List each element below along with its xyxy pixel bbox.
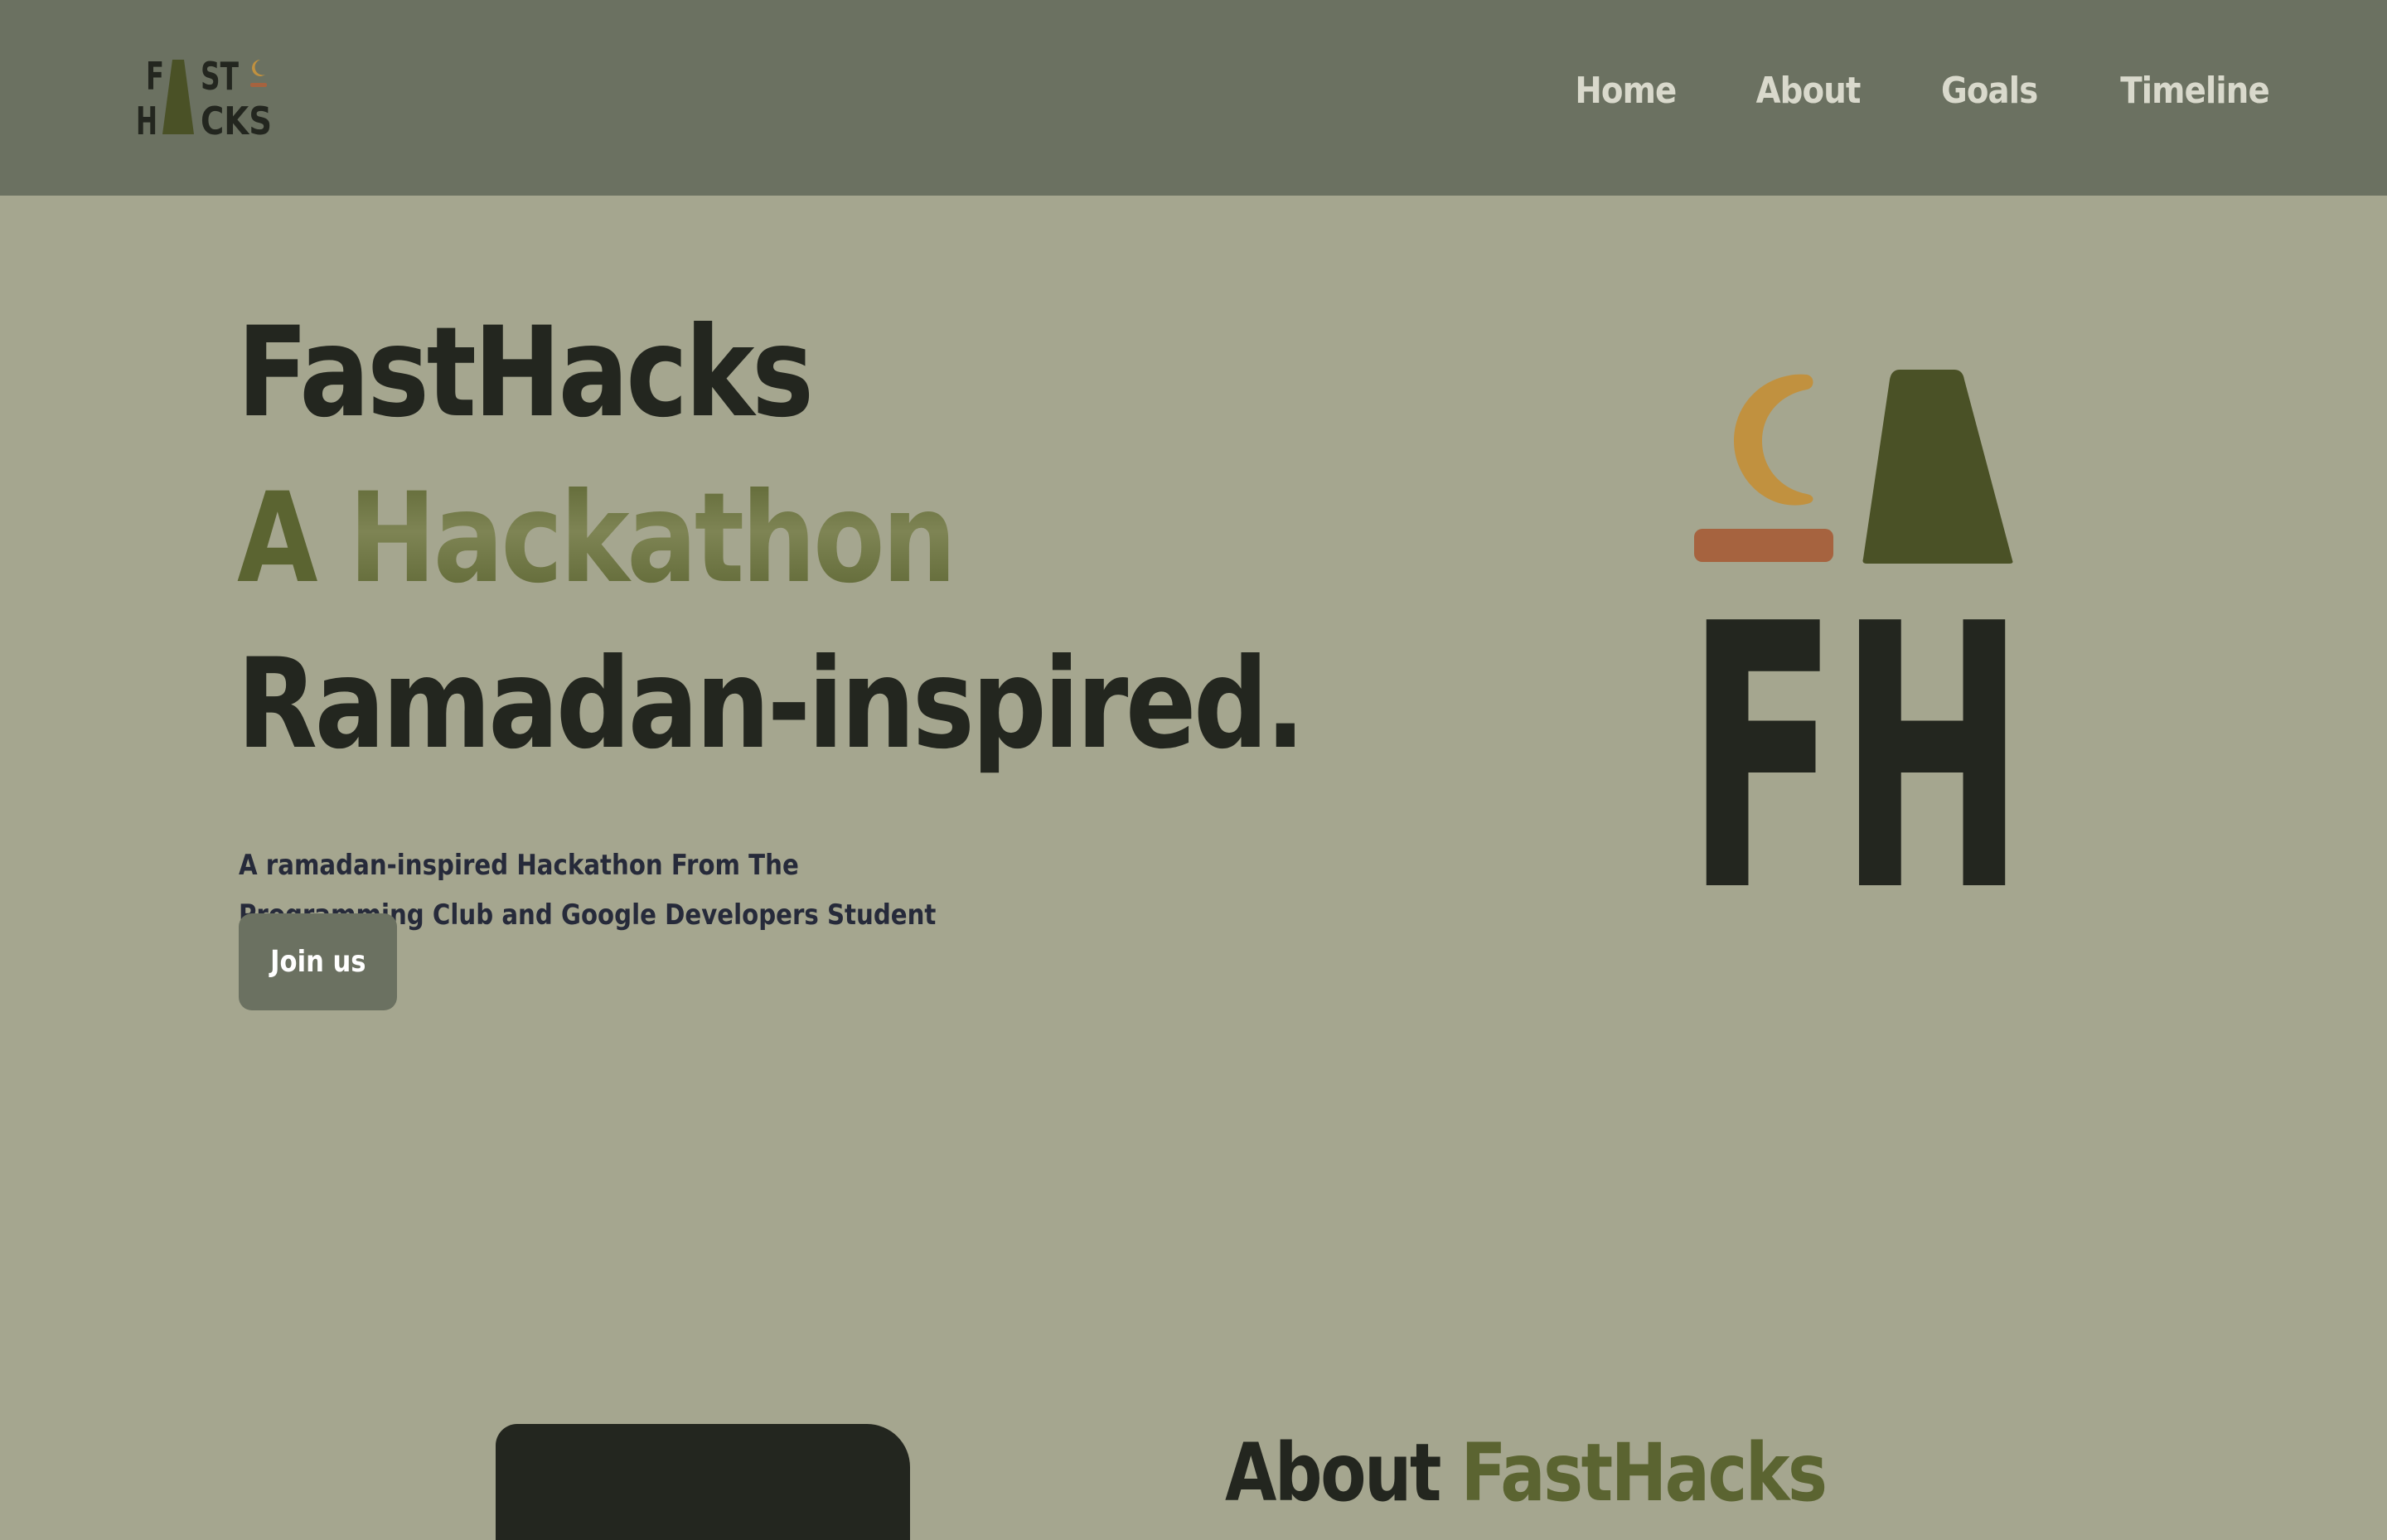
navbar: F ST H CKS Home About Goals Timeline: [0, 0, 2387, 196]
about-heading-name: FastHacks: [1460, 1426, 1827, 1519]
hero-tagline-word: Hackathon: [348, 467, 956, 611]
nav-about-link[interactable]: About: [1756, 70, 1862, 112]
nav-goals-link[interactable]: Goals: [1941, 70, 2038, 112]
hero-heading: FastHacks A Hackathon Ramadan-inspired.: [237, 290, 1305, 787]
svg-text:H: H: [136, 99, 157, 139]
hero-tagline-prefix: A: [237, 467, 318, 611]
about-image: [496, 1424, 910, 1540]
hero-illustration: FH: [1683, 365, 2031, 895]
about-heading: About FastHacks: [1225, 1426, 1828, 1519]
about-heading-prefix: About: [1225, 1426, 1441, 1519]
logo-icon: F ST H CKS: [136, 54, 272, 139]
crescent-moon-icon: [1694, 374, 1833, 562]
hero-title: FastHacks: [237, 301, 814, 445]
svg-text:CKS: CKS: [201, 99, 272, 139]
join-us-button[interactable]: Join us: [239, 913, 397, 1010]
lantern-tower-icon: [1862, 370, 2013, 564]
svg-text:F: F: [146, 54, 164, 99]
fasthacks-logo[interactable]: F ST H CKS: [136, 53, 277, 139]
hero-subtitle: Ramadan-inspired.: [237, 632, 1305, 777]
join-us-label: Join us: [269, 945, 366, 979]
fh-emblem: FH: [1686, 370, 2026, 895]
main-nav: Home About Goals Timeline: [1568, 70, 2279, 112]
fh-letters: FH: [1686, 547, 2026, 895]
svg-text:ST: ST: [201, 54, 239, 99]
hero-tagline: A Hackathon: [237, 456, 1072, 622]
nav-timeline-link[interactable]: Timeline: [2120, 70, 2270, 112]
nav-home-link[interactable]: Home: [1575, 70, 1677, 112]
